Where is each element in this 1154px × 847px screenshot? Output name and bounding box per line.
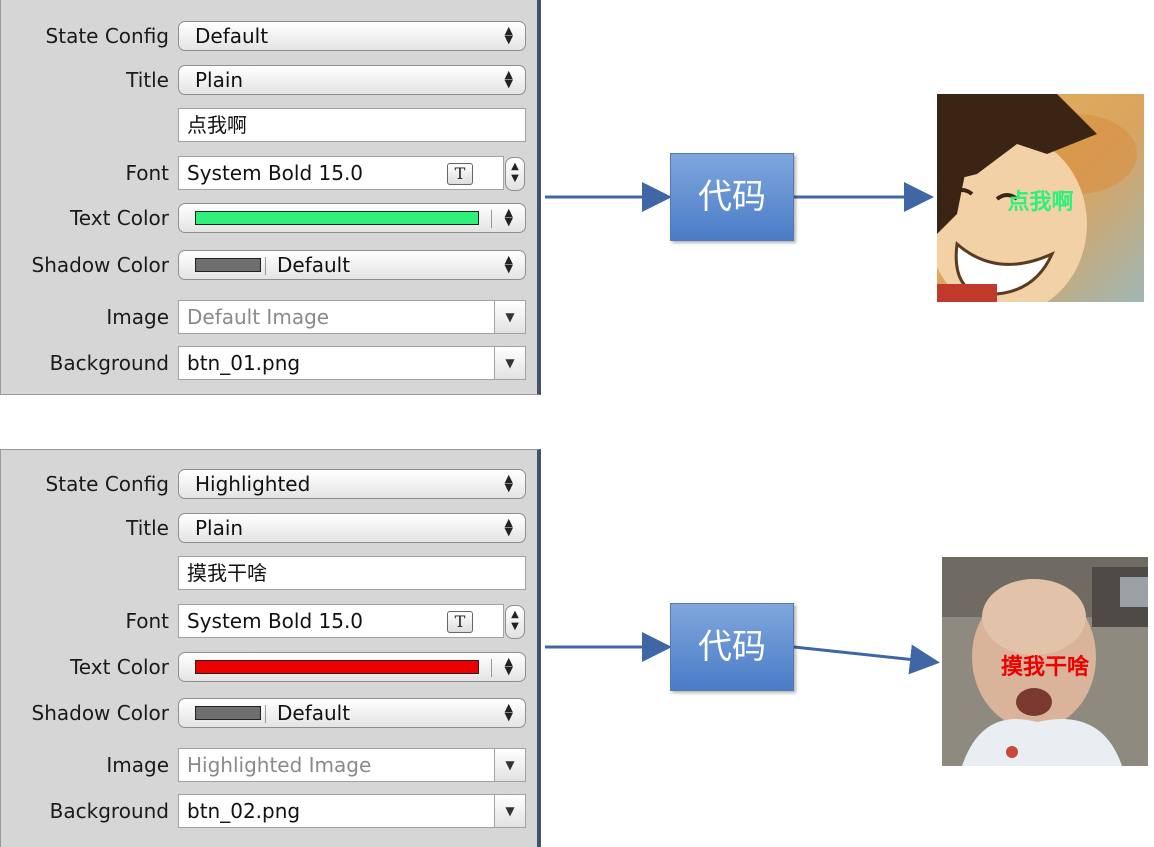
- button-preview-highlighted[interactable]: 摸我干啥: [942, 557, 1148, 766]
- image-combo[interactable]: Default Image ▼: [178, 300, 526, 334]
- font-label: Font: [125, 161, 169, 185]
- font-picker-icon[interactable]: T: [447, 611, 473, 633]
- font-size-stepper[interactable]: ▲ ▼: [505, 605, 525, 639]
- text-color-swatch: [195, 211, 479, 225]
- image-label: Image: [106, 753, 169, 777]
- title-label: Title: [126, 68, 169, 92]
- updown-arrows-icon: ▲ ▼: [504, 206, 513, 228]
- font-label: Font: [125, 609, 169, 633]
- shadow-color-well[interactable]: Default ▲ ▼: [178, 250, 526, 280]
- image-placeholder: Highlighted Image: [187, 753, 372, 777]
- background-value: btn_02.png: [187, 799, 301, 823]
- divider: [265, 705, 266, 723]
- title-text-field[interactable]: 摸我干啥: [178, 556, 526, 590]
- dropdown-arrow-icon[interactable]: ▼: [494, 749, 525, 781]
- updown-arrows-icon: ▲ ▼: [504, 516, 513, 538]
- dropdown-arrow-icon[interactable]: ▼: [494, 795, 525, 827]
- image-label: Image: [106, 305, 169, 329]
- divider: [265, 257, 266, 275]
- updown-arrows-icon: ▲ ▼: [504, 253, 513, 275]
- background-combo[interactable]: btn_02.png ▼: [178, 794, 526, 828]
- button-preview-default[interactable]: 点我啊: [937, 94, 1144, 302]
- background-combo[interactable]: btn_01.png ▼: [178, 346, 526, 380]
- text-color-swatch: [195, 660, 479, 674]
- updown-arrows-icon: ▲ ▼: [504, 655, 513, 677]
- font-field[interactable]: System Bold 15.0 T ▲ ▼: [178, 156, 525, 191]
- state-config-label: State Config: [45, 24, 169, 48]
- title-text-value: 点我啊: [187, 113, 247, 137]
- font-value: System Bold 15.0: [187, 161, 364, 185]
- background-label: Background: [49, 351, 169, 375]
- title-type-value: Plain: [195, 68, 244, 92]
- dropdown-arrow-icon[interactable]: ▼: [494, 347, 525, 379]
- shadow-color-swatch: [195, 258, 261, 272]
- image-placeholder: Default Image: [187, 305, 330, 329]
- text-color-well[interactable]: ▲ ▼: [178, 652, 526, 682]
- text-color-well[interactable]: ▲ ▼: [178, 203, 526, 233]
- state-config-label: State Config: [45, 472, 169, 496]
- font-field[interactable]: System Bold 15.0 T ▲ ▼: [178, 604, 525, 639]
- shadow-color-well[interactable]: Default ▲ ▼: [178, 698, 526, 728]
- background-value: btn_01.png: [187, 351, 301, 375]
- background-label: Background: [49, 799, 169, 823]
- text-color-label: Text Color: [69, 655, 169, 679]
- state-config-value: Highlighted: [195, 472, 311, 496]
- title-type-popup[interactable]: Plain ▲ ▼: [178, 513, 526, 543]
- text-color-label: Text Color: [69, 206, 169, 230]
- preview-title-default: 点我啊: [1007, 190, 1074, 215]
- title-text-field[interactable]: 点我啊: [178, 108, 526, 142]
- inspector-panel-default: State Config Default ▲ ▼ Title Plain ▲ ▼ 点…: [0, 0, 541, 395]
- state-config-popup[interactable]: Highlighted ▲ ▼: [178, 469, 526, 499]
- shadow-color-swatch: [195, 706, 261, 720]
- preview-title-highlighted: 摸我干啥: [1000, 655, 1089, 680]
- title-label: Title: [126, 516, 169, 540]
- shadow-color-label: Shadow Color: [31, 701, 170, 725]
- state-config-popup[interactable]: Default ▲ ▼: [178, 21, 526, 51]
- image-combo[interactable]: Highlighted Image ▼: [178, 748, 526, 782]
- font-size-stepper[interactable]: ▲ ▼: [505, 157, 525, 191]
- state-config-value: Default: [195, 24, 269, 48]
- updown-arrows-icon: ▲ ▼: [504, 68, 513, 90]
- dropdown-arrow-icon[interactable]: ▼: [494, 301, 525, 333]
- arrow-to-preview-bottom: [793, 644, 940, 675]
- title-type-popup[interactable]: Plain ▲ ▼: [178, 65, 526, 95]
- shadow-color-label: Shadow Color: [31, 253, 170, 277]
- shadow-color-value: Default: [277, 253, 351, 277]
- updown-arrows-icon: ▲ ▼: [504, 24, 513, 46]
- divider: [491, 659, 492, 677]
- code-box-top: 代码: [670, 153, 794, 241]
- font-picker-icon[interactable]: T: [447, 163, 473, 185]
- updown-arrows-icon: ▲ ▼: [504, 472, 513, 494]
- code-box-bottom: 代码: [670, 603, 794, 691]
- title-type-value: Plain: [195, 516, 244, 540]
- inspector-panel-highlighted: State Config Highlighted ▲ ▼ Title Plain …: [0, 449, 541, 847]
- shadow-color-value: Default: [277, 701, 351, 725]
- font-value: System Bold 15.0: [187, 609, 364, 633]
- title-text-value: 摸我干啥: [187, 561, 267, 585]
- divider: [491, 210, 492, 228]
- updown-arrows-icon: ▲ ▼: [504, 701, 513, 723]
